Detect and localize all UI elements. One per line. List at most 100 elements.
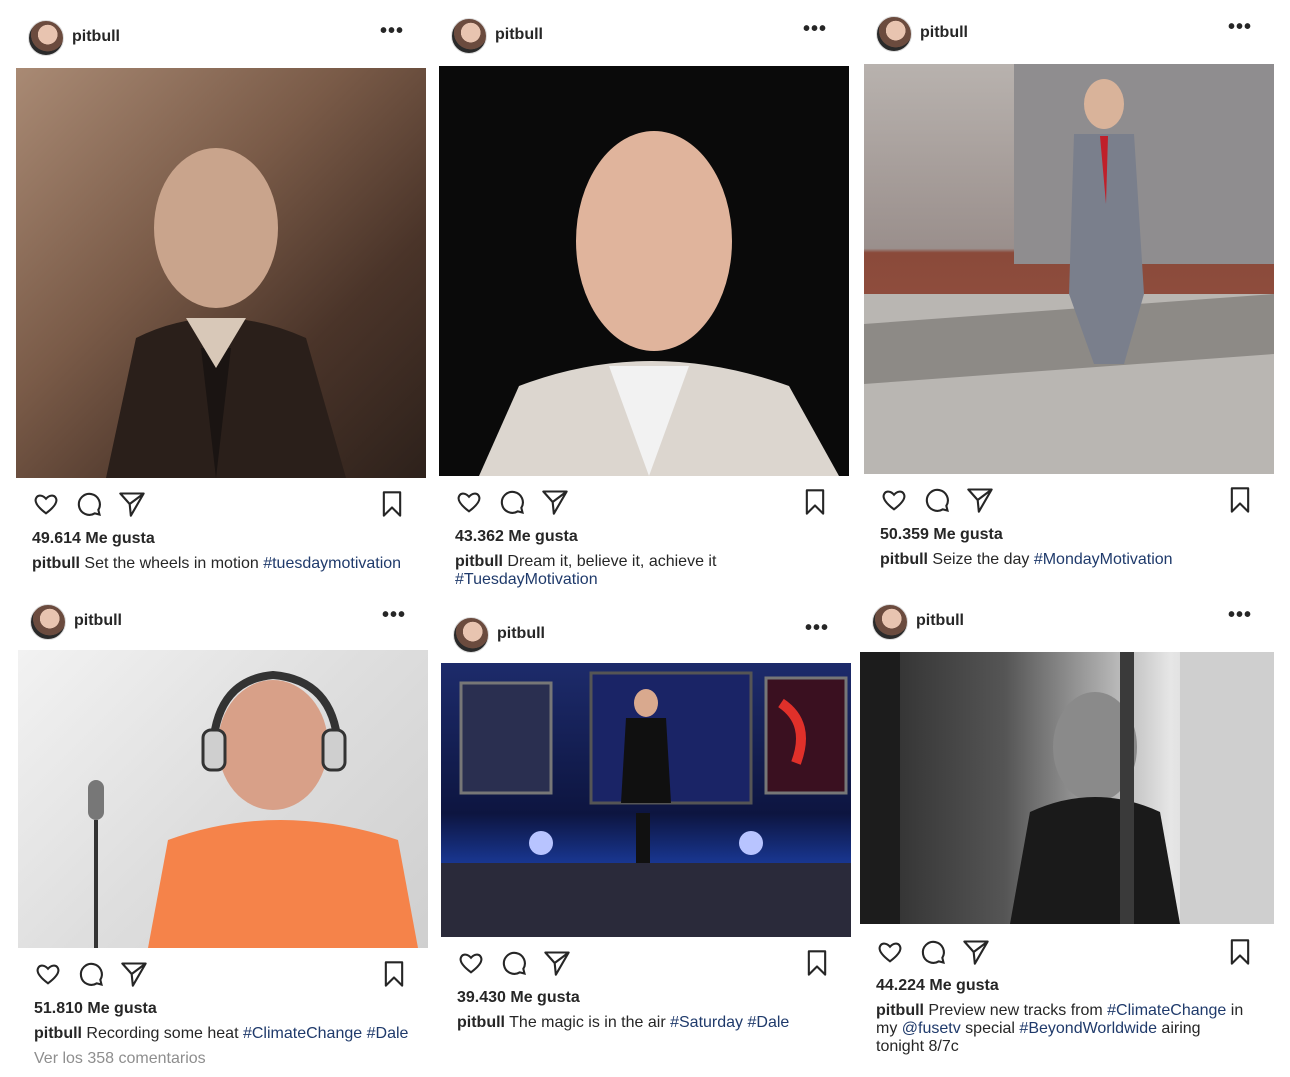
more-options-icon[interactable]: ••• [803,18,827,41]
view-comments-link[interactable]: Ver los 358 comentarios [34,1050,206,1068]
hashtag-link[interactable]: #tuesdaymotivation [263,555,401,572]
bookmark-icon[interactable] [1226,938,1254,966]
hashtag-link[interactable]: #MondayMotivation [1034,551,1173,568]
like-count[interactable]: 44.224 Me gusta [876,977,999,995]
post-header: pitbull ••• [439,16,849,56]
more-options-icon[interactable]: ••• [1228,16,1252,39]
heart-icon[interactable] [455,488,483,516]
caption: pitbull Recording some heat #ClimateChan… [34,1025,414,1043]
post-card: pitbull ••• 44.224 Me gusta pitbull Prev… [860,602,1274,1072]
heart-icon[interactable] [876,938,904,966]
caption-username[interactable]: pitbull [457,1014,505,1031]
share-icon[interactable] [962,938,990,966]
post-card: pitbull ••• 39.430 Me gusta pitbull The … [441,615,851,1045]
like-count[interactable]: 51.810 Me gusta [34,1000,157,1018]
post-header: pitbull ••• [16,18,426,58]
photo-figure [88,670,418,948]
comment-icon[interactable] [919,938,947,966]
post-card: pitbull ••• 49.614 Me gusta pitbull Set … [16,18,426,598]
caption: pitbull Seize the day #MondayMotivation [880,551,1260,569]
post-photo[interactable] [16,68,426,478]
hashtag-link[interactable]: #Dale [367,1025,409,1042]
post-photo[interactable] [18,650,428,948]
share-icon[interactable] [541,488,569,516]
more-options-icon[interactable]: ••• [380,20,404,43]
photo-figure [106,148,346,478]
caption: pitbull The magic is in the air #Saturda… [457,1014,837,1032]
hashtag-link[interactable]: #TuesdayMotivation [455,571,598,588]
hashtag-link[interactable]: #ClimateChange [1107,1002,1226,1019]
more-options-icon[interactable]: ••• [805,617,829,640]
hashtag-link[interactable]: #Dale [747,1014,789,1031]
post-card: pitbull ••• 51.810 Me gusta pitbull Reco… [18,602,428,1072]
post-photo[interactable] [860,652,1274,924]
caption-username[interactable]: pitbull [32,555,80,572]
photo-figure [864,64,1274,474]
caption: pitbull Set the wheels in motion #tuesda… [32,555,412,573]
hashtag-link[interactable]: #Saturday [670,1014,743,1031]
bookmark-icon[interactable] [1226,486,1254,514]
share-icon[interactable] [118,490,146,518]
more-options-icon[interactable]: ••• [1228,604,1252,627]
like-count[interactable]: 39.430 Me gusta [457,989,580,1007]
bookmark-icon[interactable] [378,490,406,518]
caption-text: special [960,1020,1020,1037]
username[interactable]: pitbull [916,612,964,630]
more-options-icon[interactable]: ••• [382,604,406,627]
bookmark-icon[interactable] [380,960,408,988]
share-icon[interactable] [543,949,571,977]
heart-icon[interactable] [32,490,60,518]
heart-icon[interactable] [34,960,62,988]
caption-username[interactable]: pitbull [880,551,928,568]
like-count[interactable]: 49.614 Me gusta [32,530,155,548]
photo-figure [441,671,851,937]
photo-figure [860,652,1274,924]
hashtag-link[interactable]: #ClimateChange [243,1025,362,1042]
bookmark-icon[interactable] [801,488,829,516]
caption-username[interactable]: pitbull [34,1025,82,1042]
post-photo[interactable] [441,663,851,937]
post-photo[interactable] [439,66,849,476]
hashtag-link[interactable]: #BeyondWorldwide [1019,1020,1157,1037]
heart-icon[interactable] [457,949,485,977]
avatar[interactable] [872,604,908,640]
username[interactable]: pitbull [495,26,543,44]
comment-icon[interactable] [77,960,105,988]
username[interactable]: pitbull [920,24,968,42]
avatar[interactable] [453,617,489,653]
comment-icon[interactable] [75,490,103,518]
avatar[interactable] [28,20,64,56]
post-header: pitbull ••• [860,602,1274,642]
caption-text: Set the wheels in motion [79,555,264,572]
username[interactable]: pitbull [74,612,122,630]
comment-icon[interactable] [923,486,951,514]
avatar[interactable] [30,604,66,640]
post-header: pitbull ••• [864,14,1274,54]
username[interactable]: pitbull [497,625,545,643]
caption: pitbull Preview new tracks from #Climate… [876,1002,1244,1056]
caption-text: Preview new tracks from [923,1002,1108,1019]
action-bar [455,488,829,518]
action-bar [876,938,1254,968]
bookmark-icon[interactable] [803,949,831,977]
share-icon[interactable] [966,486,994,514]
caption-username[interactable]: pitbull [876,1002,924,1019]
avatar[interactable] [451,18,487,54]
comment-icon[interactable] [500,949,528,977]
comment-icon[interactable] [498,488,526,516]
heart-icon[interactable] [880,486,908,514]
action-bar [457,949,831,979]
like-count[interactable]: 50.359 Me gusta [880,526,1003,544]
action-bar [32,490,406,520]
photo-figure [479,131,839,476]
caption-username[interactable]: pitbull [455,553,503,570]
caption: pitbull Dream it, believe it, achieve it… [455,553,749,589]
caption-text: Recording some heat [81,1025,243,1042]
share-icon[interactable] [120,960,148,988]
post-photo[interactable] [864,64,1274,474]
like-count[interactable]: 43.362 Me gusta [455,528,578,546]
username[interactable]: pitbull [72,28,120,46]
avatar[interactable] [876,16,912,52]
mention-link[interactable]: @fusetv [902,1020,961,1037]
post-card: pitbull ••• 50.359 Me gusta pitbull Seiz… [864,14,1274,594]
